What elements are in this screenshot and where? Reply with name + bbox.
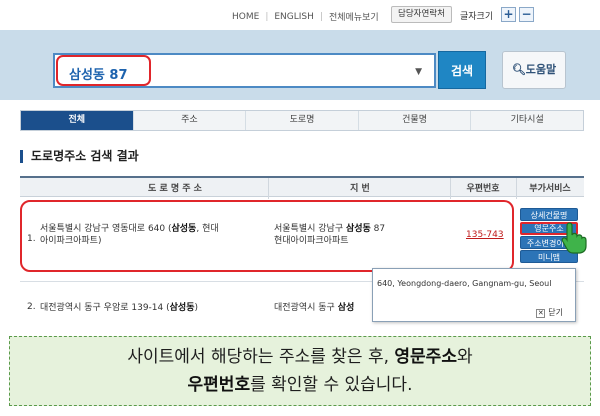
- row-number: 2.: [27, 302, 36, 312]
- caption-text: 와: [456, 347, 473, 367]
- pointing-hand-icon: [561, 222, 587, 254]
- result-highlight-box: [20, 200, 514, 272]
- jibun-text: 대전광역시 동구: [274, 303, 338, 313]
- english-link[interactable]: ENGLISH: [274, 12, 314, 22]
- all-menu-link[interactable]: 전체메뉴보기: [329, 10, 379, 23]
- contact-button[interactable]: 담당자연락처: [391, 6, 452, 23]
- tab-building-name[interactable]: 건물명: [357, 111, 471, 130]
- help-label: 도움말: [525, 63, 557, 76]
- help-button[interactable]: 🔍︎도움말: [502, 51, 566, 89]
- font-increase-button[interactable]: +: [501, 7, 516, 22]
- divider: [268, 178, 269, 199]
- instruction-caption: 사이트에서 해당하는 주소를 찾은 후, 영문주소와 우편번호를 확인할 수 있…: [9, 336, 591, 406]
- divider: |: [265, 11, 269, 22]
- popup-close-button[interactable]: ✕ 닫기: [536, 307, 563, 318]
- caption-text: 사이트에서 해당하는 주소를 찾은 후,: [127, 347, 395, 367]
- caption-text: 를 확인할 수 있습니다.: [250, 375, 413, 395]
- header-postcode: 우편번호: [466, 184, 500, 194]
- close-icon: ✕: [536, 309, 546, 318]
- dropdown-caret-icon[interactable]: ▼: [415, 67, 422, 77]
- search-button[interactable]: 검색: [438, 51, 486, 89]
- top-bar: HOME | ENGLISH | 전체메뉴보기 담당자연락처 글자크기 + −: [0, 0, 600, 30]
- tab-address[interactable]: 주소: [132, 111, 246, 130]
- road-address-cell[interactable]: 대전광역시 동구 우암로 139-14 (삼성동): [40, 302, 265, 314]
- caption-emphasis: 영문주소: [394, 347, 457, 367]
- road-address-text: ): [194, 303, 198, 313]
- table-header: 도 로 명 주 소 지 번 우편번호 부가서비스: [20, 176, 584, 199]
- tab-other-facilities[interactable]: 기타시설: [470, 111, 583, 130]
- search-highlight-box: [56, 55, 151, 86]
- home-link[interactable]: HOME: [232, 12, 259, 22]
- font-size-label: 글자크기: [460, 12, 494, 22]
- tab-all[interactable]: 전체: [21, 111, 133, 130]
- header-road-address: 도 로 명 주 소: [148, 184, 202, 194]
- tab-road-name[interactable]: 도로명: [245, 111, 358, 130]
- caption-emphasis: 우편번호: [187, 375, 251, 395]
- road-address-text: 대전광역시 동구 우암로 139-14 (: [40, 303, 170, 313]
- divider: |: [319, 11, 323, 22]
- english-address-text: 640, Yeongdong-daero, Gangnam-gu, Seoul: [377, 279, 552, 288]
- font-decrease-button[interactable]: −: [519, 7, 534, 22]
- detail-building-button[interactable]: 상세건물명: [520, 208, 578, 221]
- search-tabs: 전체 주소 도로명 건물명 기타시설: [20, 110, 584, 131]
- jibun-keyword: 삼성: [337, 303, 355, 313]
- section-title: 도로명주소 검색 결과: [20, 150, 139, 163]
- magnifier-icon: 🔍︎: [511, 63, 526, 76]
- english-address-popup: 640, Yeongdong-daero, Gangnam-gu, Seoul …: [372, 268, 576, 322]
- road-address-keyword: 삼성동: [169, 303, 195, 313]
- header-services: 부가서비스: [529, 184, 571, 194]
- header-jibun: 지 번: [350, 184, 370, 194]
- close-label: 닫기: [548, 308, 563, 317]
- top-nav: HOME | ENGLISH | 전체메뉴보기: [232, 10, 379, 24]
